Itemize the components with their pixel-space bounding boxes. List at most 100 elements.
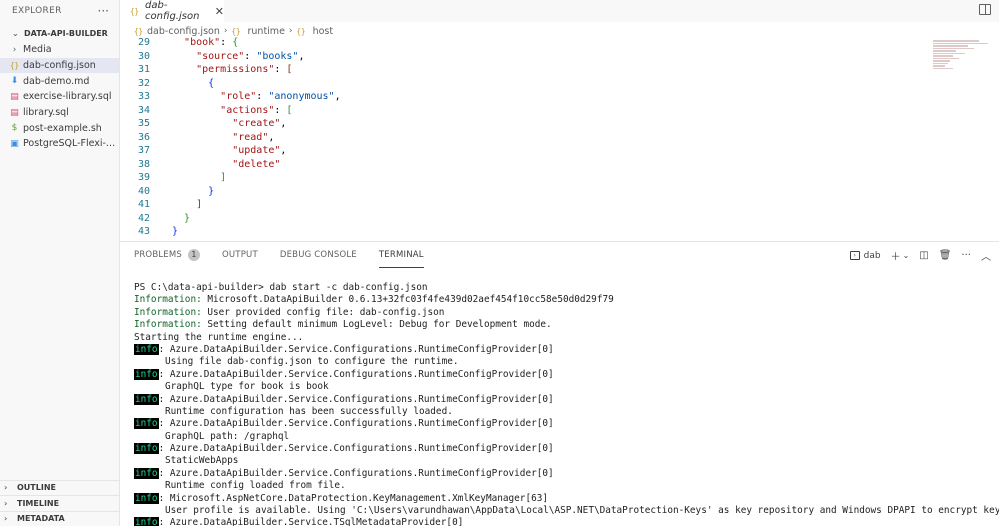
json-file-icon: {}	[134, 26, 144, 36]
terminal-text: Microsoft.DataApiBuilder 0.6.13+32fc03f4…	[201, 294, 614, 306]
code-line: 33 "role": "anonymous",	[120, 90, 940, 104]
new-terminal-icon[interactable]: ＋	[891, 248, 901, 263]
minimap-line	[933, 67, 954, 69]
breadcrumb-item[interactable]: dab-config.json	[147, 26, 220, 37]
minimap[interactable]	[933, 40, 991, 90]
terminal-text: : Azure.DataApiBuilder.Service.TSqlMetad…	[158, 517, 464, 526]
tab-dab-config[interactable]: {} dab-config.json ✕	[120, 0, 224, 22]
minimap-line	[933, 55, 954, 57]
info-badge: info	[134, 343, 159, 355]
chevron-right-icon: ›	[223, 26, 228, 36]
tab-label: TERMINAL	[378, 249, 424, 260]
minimap-line	[933, 40, 980, 42]
terminal-output[interactable]: PS C:\data-api-builder> dab start -c dab…	[134, 282, 999, 526]
section-label: TIMELINE	[17, 498, 60, 508]
editor-area: {} dab-config.json ✕ {} dab-config.json …	[120, 0, 999, 241]
terminal-line: info: Azure.DataApiBuilder.Service.Confi…	[134, 467, 999, 480]
line-number: 39	[137, 172, 150, 183]
terminal-line: info: Microsoft.AspNetCore.DataProtectio…	[134, 492, 999, 505]
terminal-line: info: Azure.DataApiBuilder.Service.Confi…	[134, 393, 999, 406]
line-number: 40	[137, 185, 150, 197]
split-terminal-icon[interactable]: ◫	[919, 250, 928, 261]
tree-item-postgresql-app[interactable]: ▣ PostgreSQL-Flexi-App...	[0, 136, 119, 152]
terminal-text: : Azure.DataApiBuilder.Service.Configura…	[158, 343, 554, 355]
more-actions-icon[interactable]: ···	[98, 4, 109, 18]
sidebar-bottom-sections: › OUTLINE › TIMELINE › METADATA	[0, 479, 119, 526]
close-icon[interactable]: ✕	[215, 5, 224, 18]
code-line: 37 "update",	[120, 144, 940, 158]
tree-item-label: post-example.sh	[23, 122, 102, 134]
terminal-icon: ›	[849, 251, 860, 260]
terminal-line: info: Azure.DataApiBuilder.Service.Confi…	[134, 343, 999, 356]
chevron-right-icon: ›	[288, 26, 293, 36]
tab-terminal[interactable]: TERMINAL	[378, 242, 424, 268]
json-key: "source"	[196, 50, 245, 62]
json-key: "role"	[220, 91, 257, 102]
json-key: "actions"	[220, 104, 275, 116]
tree-item-media[interactable]: › Media	[0, 42, 119, 58]
terminal-line: Runtime config loaded from file.	[165, 480, 346, 492]
code-line: 31 "permissions": [	[120, 63, 940, 77]
tree-item-label: dab-config.json	[23, 60, 96, 72]
terminal-line: info: Azure.DataApiBuilder.Service.Confi…	[134, 368, 999, 381]
terminal-line: info: Azure.DataApiBuilder.Service.Confi…	[134, 443, 999, 455]
line-number: 37	[137, 145, 150, 156]
code-line: 39 ]	[120, 171, 940, 185]
tab-problems[interactable]: PROBLEMS 1	[134, 242, 200, 268]
terminal-line: Using file dab-config.json to configure …	[165, 356, 459, 368]
tree-item-post-example[interactable]: $ post-example.sh	[0, 120, 119, 136]
line-number: 43	[137, 226, 150, 237]
terminal-text: : Azure.DataApiBuilder.Service.Configura…	[158, 393, 554, 405]
line-number: 31	[137, 64, 150, 75]
tree-item-label: Media	[23, 44, 52, 56]
line-number: 33	[137, 91, 150, 102]
code-line: 43}	[120, 225, 940, 239]
terminal-text: : Azure.DataApiBuilder.Service.Configura…	[158, 368, 554, 380]
chevron-down-icon[interactable]: ⌄	[903, 251, 910, 260]
split-editor-icon[interactable]	[979, 4, 991, 15]
tree-item-dab-demo[interactable]: ⬇ dab-demo.md	[0, 73, 119, 89]
tree-item-exercise-library[interactable]: ▤ exercise-library.sql	[0, 89, 119, 105]
breadcrumb-item[interactable]: host	[313, 26, 334, 37]
terminal-line: GraphQL path: /graphql	[165, 430, 290, 442]
json-string: "update"	[232, 145, 281, 156]
more-actions-icon[interactable]: ···	[961, 250, 971, 261]
tab-label: PROBLEMS	[134, 250, 182, 260]
chevron-up-icon[interactable]: ︿	[981, 248, 991, 263]
tab-output[interactable]: OUTPUT	[222, 242, 258, 268]
code-line: 40 }	[120, 185, 940, 199]
code-line: 30 "source": "books",	[120, 50, 940, 64]
minimap-line	[933, 62, 948, 64]
minimap-line	[933, 65, 945, 67]
line-number: 32	[137, 77, 150, 89]
markdown-file-icon: ⬇	[10, 76, 19, 87]
json-string: "anonymous"	[268, 91, 335, 102]
tree-item-label: PostgreSQL-Flexi-App...	[23, 138, 119, 150]
code-editor[interactable]: 29 "book": { 30 "source": "books", 31 "p…	[120, 36, 940, 241]
chevron-down-icon: ⌄	[12, 28, 19, 38]
terminal-text: : Azure.DataApiBuilder.Service.Configura…	[158, 443, 554, 455]
panel-actions: › dab ＋ ⌄ ◫ 🗑 ··· ︿	[849, 248, 991, 263]
outline-section[interactable]: › OUTLINE	[0, 479, 119, 496]
explorer-sidebar: EXPLORER ··· ⌄ DATA-API-BUILDER › Media …	[0, 0, 120, 526]
terminal-selector[interactable]: › dab	[849, 251, 881, 261]
metadata-section[interactable]: › METADATA	[0, 510, 119, 526]
info-label: Information:	[134, 319, 202, 331]
info-badge: info	[134, 443, 159, 455]
tree-item-label: exercise-library.sql	[23, 91, 112, 103]
project-name: DATA-API-BUILDER	[24, 28, 108, 38]
tree-item-dab-config[interactable]: {} dab-config.json	[0, 57, 119, 74]
timeline-section[interactable]: › TIMELINE	[0, 495, 119, 511]
code-line: 36 "read",	[120, 131, 940, 145]
code-line: 34 "actions": [	[120, 104, 940, 118]
panel-tab-bar: PROBLEMS 1 OUTPUT DEBUG CONSOLE TERMINAL…	[120, 242, 999, 268]
breadcrumb-item[interactable]: runtime	[248, 26, 285, 37]
trash-icon[interactable]: 🗑	[939, 250, 952, 261]
project-folder-header[interactable]: ⌄ DATA-API-BUILDER	[0, 24, 119, 42]
json-object-icon: {}	[296, 26, 306, 36]
terminal-line: Runtime configuration has been successfu…	[165, 405, 453, 417]
json-key: "book"	[184, 37, 221, 48]
tab-debug-console[interactable]: DEBUG CONSOLE	[280, 242, 357, 268]
minimap-line	[933, 47, 974, 49]
tree-item-library-sql[interactable]: ▤ library.sql	[0, 105, 119, 121]
